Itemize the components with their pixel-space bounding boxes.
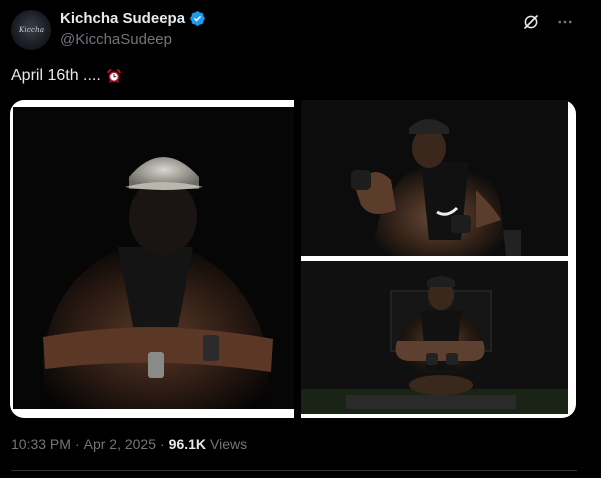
photo-1[interactable] bbox=[13, 107, 294, 409]
media-divider-horizontal bbox=[301, 256, 568, 261]
divider bbox=[11, 470, 577, 471]
photo-3[interactable] bbox=[301, 261, 568, 414]
tweet-meta: 10:33 PM · Apr 2, 2025 · 96.1K Views bbox=[11, 436, 247, 452]
more-button[interactable] bbox=[555, 12, 575, 32]
tweet-actions bbox=[521, 12, 575, 32]
author-name-row: Kichcha Sudeepa bbox=[60, 10, 206, 27]
author-display-name[interactable]: Kichcha Sudeepa bbox=[60, 10, 185, 27]
photo-1-image bbox=[13, 107, 294, 409]
tweet-date[interactable]: Apr 2, 2025 bbox=[84, 436, 156, 452]
media-divider-vertical bbox=[294, 100, 301, 418]
grok-button[interactable] bbox=[521, 12, 541, 32]
views-label: Views bbox=[210, 436, 248, 452]
verified-badge-icon bbox=[190, 11, 205, 26]
more-icon bbox=[558, 20, 572, 24]
alarm-clock-icon bbox=[107, 69, 121, 83]
grok-icon bbox=[524, 15, 538, 29]
author-handle[interactable]: @KicchaSudeep bbox=[60, 31, 172, 48]
avatar[interactable]: Kiccha bbox=[11, 10, 51, 50]
meta-separator: · bbox=[160, 436, 165, 452]
views-count: 96.1K bbox=[168, 436, 207, 452]
tweet-text: April 16th .... bbox=[11, 67, 123, 85]
photo-2[interactable] bbox=[301, 100, 568, 256]
meta-separator: · bbox=[74, 436, 80, 452]
media-grid bbox=[10, 100, 576, 418]
photo-3-image bbox=[301, 261, 568, 414]
photo-2-image bbox=[301, 100, 568, 256]
tweet-body: April 16th .... bbox=[11, 67, 101, 84]
tweet-time[interactable]: 10:33 PM bbox=[11, 436, 71, 452]
avatar-signature: Kiccha bbox=[19, 26, 45, 34]
